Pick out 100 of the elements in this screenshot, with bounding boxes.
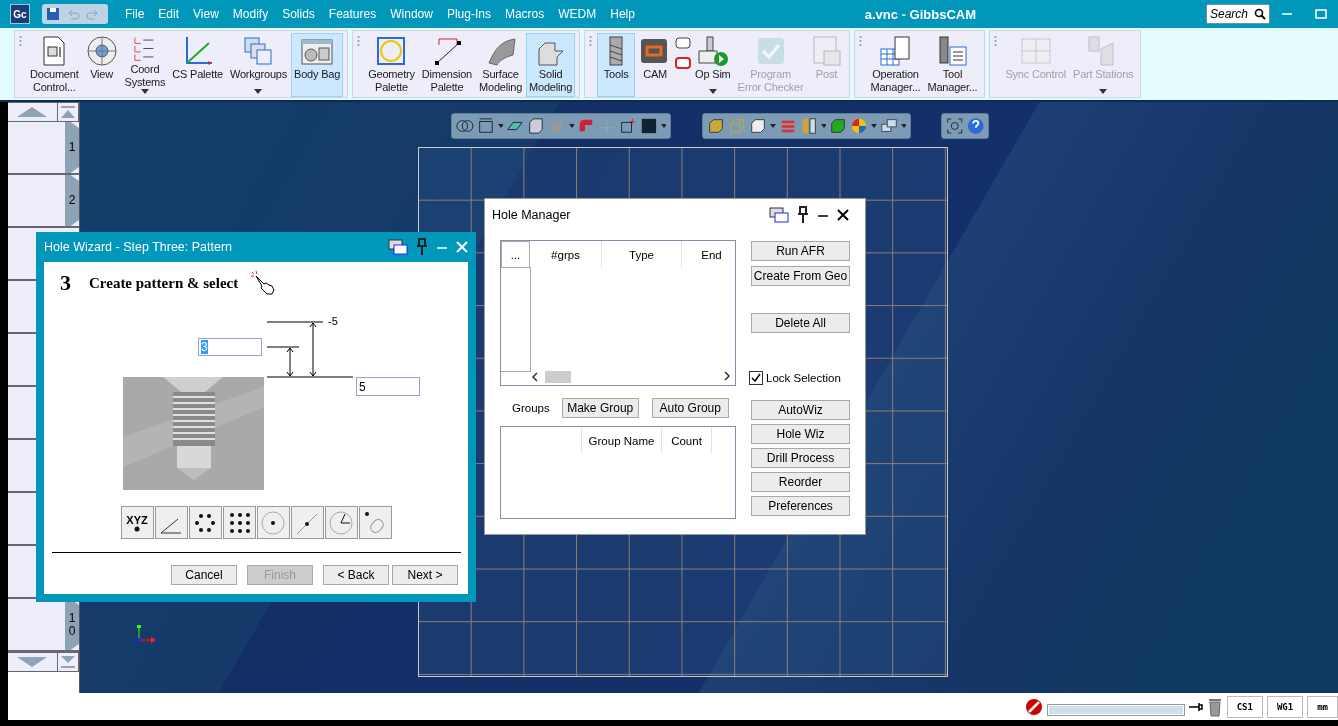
tile[interactable]: 10: [8, 599, 79, 652]
column-header[interactable]: Group Name: [582, 427, 662, 454]
circle-square-icon: [375, 35, 408, 67]
scroll-right-icon[interactable]: [723, 371, 731, 381]
pattern-button[interactable]: [222, 506, 256, 539]
pattern-button[interactable]: [188, 506, 222, 539]
ribbon-button[interactable]: Body Bag: [291, 33, 344, 97]
grid-arrows-icon[interactable]: [639, 116, 658, 136]
dialog-button[interactable]: < Back: [323, 565, 389, 585]
ribbon-button[interactable]: Solid Modeling: [526, 33, 576, 97]
groups-label: Groups: [512, 401, 550, 414]
ribbon-button[interactable]: Tools: [597, 33, 636, 97]
scroll-thumb[interactable]: [545, 371, 571, 383]
zoom-fit-icon[interactable]: [946, 116, 964, 136]
ribbon-button[interactable]: Op Sim: [692, 33, 734, 97]
app-logo[interactable]: Gc: [10, 4, 30, 24]
save-icon[interactable]: [46, 7, 60, 21]
ribbon-button[interactable]: Operation Manager...: [867, 33, 924, 97]
cube-add-icon[interactable]: [618, 116, 637, 136]
caret-icon[interactable]: [900, 124, 906, 128]
ribbon-button[interactable]: Geometry Palette: [365, 33, 418, 97]
table-list-icon: [879, 35, 912, 67]
ribbon-button[interactable]: Surface Modeling: [476, 33, 526, 97]
action-button[interactable]: AutoWiz: [751, 400, 850, 420]
checkbox[interactable]: [749, 370, 763, 385]
make-group-button[interactable]: Make Group: [561, 397, 639, 418]
ribbon-button[interactable]: Document Control...: [27, 33, 82, 97]
pin-icon[interactable]: [797, 206, 809, 224]
pattern-button[interactable]: XYZ: [120, 506, 154, 539]
caret-icon[interactable]: [708, 89, 717, 94]
status-cell: mm: [1307, 695, 1338, 718]
ribbon-button[interactable]: View: [82, 33, 121, 97]
tool-table-icon: [936, 35, 969, 67]
close-icon[interactable]: [837, 209, 849, 221]
ribbon-button[interactable]: CS Palette: [169, 33, 226, 97]
column-header[interactable]: #grps: [530, 241, 602, 268]
column-header[interactable]: Count: [662, 427, 712, 454]
checkbox-label: Lock Selection: [766, 371, 841, 384]
tile[interactable]: 1: [8, 122, 79, 175]
scroll-left-icon[interactable]: [531, 372, 539, 382]
outline-cube-icon[interactable]: [749, 116, 768, 136]
action-button[interactable]: Drill Process: [751, 448, 850, 468]
view-wheel-icon: [85, 35, 118, 67]
column-header[interactable]: ...: [501, 241, 530, 268]
speech-bubble-icon[interactable]: [675, 37, 692, 49]
input-field[interactable]: 5: [356, 377, 420, 396]
caret-icon[interactable]: [568, 124, 575, 128]
windows-icon[interactable]: [388, 239, 408, 255]
axis-triad-icon: [135, 624, 157, 644]
column-header[interactable]: End: [682, 241, 735, 268]
dot-icon: [134, 525, 140, 532]
dialog-button[interactable]: Next >: [392, 565, 458, 585]
dialog-button[interactable]: Cancel: [171, 565, 237, 585]
action-button[interactable]: Reorder: [751, 472, 850, 492]
ribbon-button[interactable]: CAM: [636, 33, 675, 97]
dialog-title: Hole Manager: [492, 208, 571, 222]
trash-icon[interactable]: [1206, 696, 1223, 717]
tag-icon[interactable]: [675, 57, 692, 69]
dialog-title: Hole Wizard - Step Three: Pattern: [44, 240, 233, 254]
caret-icon[interactable]: [660, 124, 666, 128]
no-entry-icon[interactable]: [1024, 697, 1043, 716]
action-button[interactable]: Create From Geo: [751, 266, 850, 286]
caret-icon[interactable]: [497, 124, 504, 128]
workgroups-icon: [242, 35, 275, 67]
maximize-icon[interactable]: [1315, 8, 1327, 20]
caret-icon[interactable]: [254, 89, 263, 94]
dimension-box-icon[interactable]: [476, 116, 495, 136]
search-field[interactable]: Search: [1206, 4, 1270, 24]
action-button[interactable]: Hole Wiz: [751, 424, 850, 444]
tile[interactable]: 2: [8, 175, 79, 228]
caret-icon[interactable]: [871, 124, 877, 128]
column-header[interactable]: Type: [602, 241, 682, 268]
center-point-icon: [260, 508, 286, 537]
color-wheel-icon[interactable]: [850, 116, 869, 136]
caret-icon[interactable]: [770, 124, 776, 128]
action-button[interactable]: Preferences: [751, 496, 850, 516]
window-title: a.vnc - GibbsCAM: [864, 6, 976, 22]
auto-group-button[interactable]: Auto Group: [651, 397, 729, 418]
caret-icon[interactable]: [820, 124, 827, 128]
search-icon: [1254, 8, 1266, 20]
caret-icon[interactable]: [140, 89, 149, 94]
sync-grid-icon: [1019, 35, 1052, 67]
ribbon-button[interactable]: Dimension Palette: [418, 33, 475, 97]
help-icon[interactable]: [966, 116, 984, 136]
ribbon-button[interactable]: Coord Systems: [121, 33, 169, 97]
cube-icon[interactable]: [527, 116, 545, 136]
arc-icon: [328, 508, 354, 537]
action-button[interactable]: Delete All: [751, 313, 850, 333]
status-cell: CS1: [1226, 695, 1263, 718]
action-button[interactable]: Run AFR: [751, 241, 850, 261]
cube-icon[interactable]: [707, 116, 726, 136]
step-heading: Create pattern & select: [89, 274, 239, 292]
solid-cube-icon[interactable]: [829, 116, 848, 136]
windows-icon[interactable]: [769, 207, 789, 223]
step-number: 3: [60, 270, 71, 296]
ribbon-button[interactable]: Tool Manager...: [924, 33, 981, 97]
status-cell: WG1: [1266, 695, 1304, 718]
ribbon-button[interactable]: Workgroups: [226, 33, 291, 97]
post-icon: [810, 35, 843, 67]
pin-icon[interactable]: [1188, 701, 1203, 712]
